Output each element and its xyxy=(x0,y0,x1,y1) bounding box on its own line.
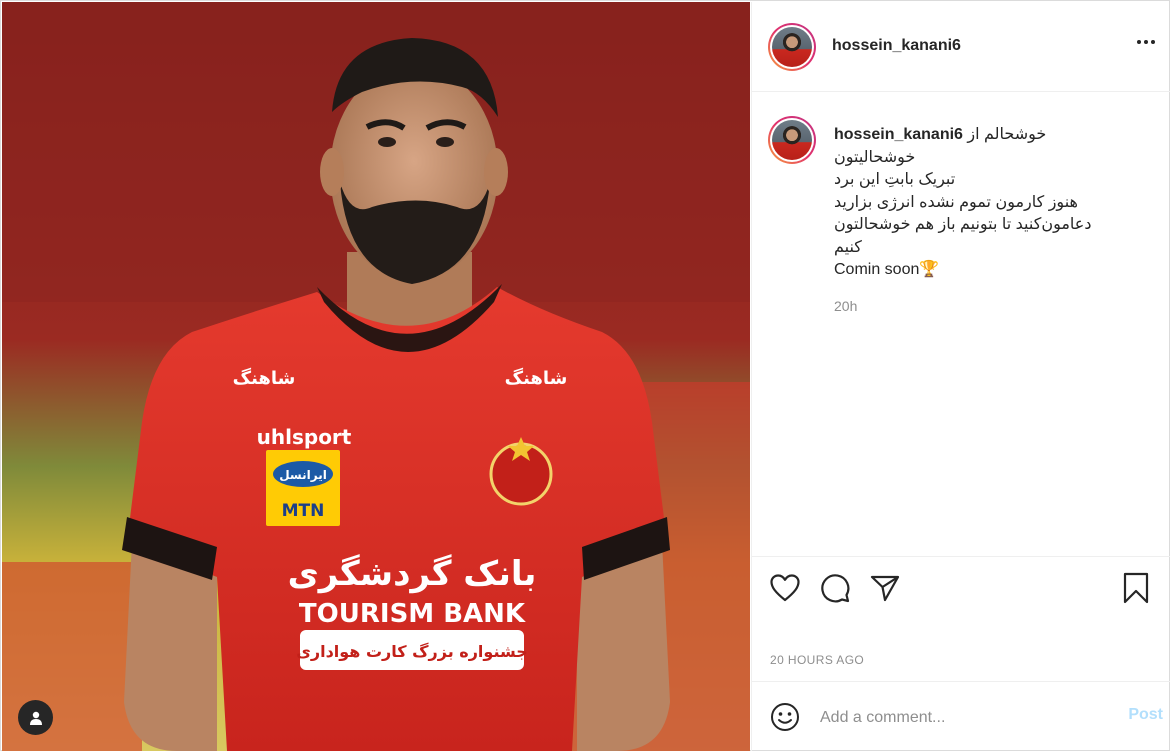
avatar[interactable] xyxy=(768,23,816,71)
caption-last-line: Comin soon xyxy=(834,261,920,278)
bookmark-icon xyxy=(1123,572,1149,604)
caption-avatar[interactable] xyxy=(768,116,816,164)
comment-button[interactable] xyxy=(818,571,852,605)
fan-card-text: جشنواره بزرگ کارت هواداری xyxy=(296,642,528,661)
shoulder-logo-left: شاهنگ xyxy=(233,367,296,389)
post-caption: hossein_kanani6 خوشحالم از خوشحالیتون تب… xyxy=(752,92,1170,557)
action-bar xyxy=(752,557,1170,627)
caption-text: hossein_kanani6 خوشحالم از خوشحالیتون تب… xyxy=(834,124,1154,282)
header-username[interactable]: hossein_kanani6 xyxy=(832,37,961,55)
emoji-button[interactable] xyxy=(768,700,802,734)
post-photo[interactable]: ایرانسل MTN uhlsport شاهنگ شاهنگ بانک گر… xyxy=(2,2,750,751)
caption-line-4: دعامون‌کنید تا بتونیم باز هم خوشحالتون xyxy=(834,216,1092,233)
caption-line-0: خوشحالم از xyxy=(967,126,1047,143)
share-icon xyxy=(870,575,900,602)
emoji-icon xyxy=(771,703,799,731)
heart-icon xyxy=(770,574,800,602)
user-tag-icon xyxy=(29,711,42,725)
caption-time[interactable]: 20h xyxy=(834,298,857,314)
irancell-text: ایرانسل xyxy=(279,468,327,482)
user-tag-button[interactable] xyxy=(18,700,53,735)
post-header: hossein_kanani6 xyxy=(752,2,1170,92)
like-button[interactable] xyxy=(768,571,802,605)
comment-input[interactable] xyxy=(820,706,1100,730)
instagram-post: ایرانسل MTN uhlsport شاهنگ شاهنگ بانک گر… xyxy=(0,0,1170,751)
shoulder-logo-right: شاهنگ xyxy=(505,367,568,389)
trophy-icon: 🏆 xyxy=(919,261,940,278)
more-options-icon[interactable] xyxy=(1137,40,1155,44)
post-sidebar: hossein_kanani6 hossein_kanani6 خوشحالم … xyxy=(751,2,1170,751)
caption-username[interactable]: hossein_kanani6 xyxy=(834,126,963,143)
comment-icon xyxy=(821,574,850,603)
caption-line-2: تبریک بابتِ این برد xyxy=(834,171,956,188)
tourism-bank-fa-text: بانک گردشگری xyxy=(288,554,537,594)
post-comment-button[interactable]: Post xyxy=(1128,706,1163,724)
tourism-bank-text: TOURISM BANK xyxy=(299,599,526,629)
save-button[interactable] xyxy=(1119,571,1153,605)
caption-line-3: هنوز کارمون تموم نشده انرژی بزارید xyxy=(834,193,1078,211)
comment-bar: Post xyxy=(752,681,1170,751)
post-timestamp[interactable]: 20 HOURS AGO xyxy=(770,653,864,667)
caption-line-5: کنیم xyxy=(834,238,862,256)
mtn-text: MTN xyxy=(282,501,325,521)
share-button[interactable] xyxy=(868,571,902,605)
uhlsport-text: uhlsport xyxy=(257,425,352,449)
caption-line-1: خوشحالیتون xyxy=(834,148,916,166)
player-photo-illustration: ایرانسل MTN uhlsport شاهنگ شاهنگ بانک گر… xyxy=(2,2,750,751)
